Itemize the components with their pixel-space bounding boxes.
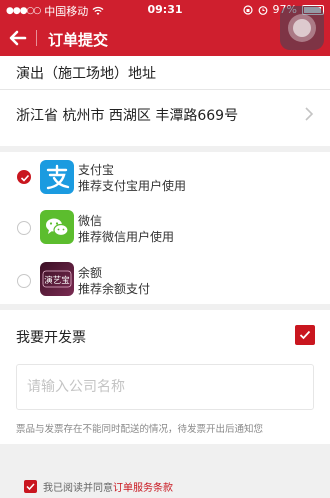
payment-name: 微信	[78, 214, 103, 228]
check-icon	[299, 330, 311, 340]
page-title: 订单提交	[48, 31, 109, 49]
back-arrow-icon[interactable]	[6, 26, 30, 50]
invoice-label: 我要开发票	[16, 330, 86, 346]
payment-option-wechat[interactable]: 微信 推荐微信用户使用	[0, 202, 330, 252]
terms-link[interactable]: 订单服务条款	[113, 483, 173, 494]
agreement-checkbox[interactable]	[24, 480, 37, 493]
invoice-checkbox[interactable]	[295, 325, 315, 345]
chevron-right-icon[interactable]	[303, 106, 315, 122]
check-icon	[26, 483, 35, 491]
payment-name: 支付宝	[78, 163, 115, 177]
check-icon	[20, 174, 30, 182]
balance-icon: 演艺宝	[40, 262, 74, 296]
address-divider	[0, 89, 330, 90]
balance-logo-text: 演艺宝	[44, 275, 70, 286]
agreement-prefix: 我已阅读并同意	[43, 483, 113, 494]
company-name-input[interactable]	[17, 365, 313, 409]
balance-radio[interactable]	[17, 274, 31, 288]
wechat-icon	[40, 210, 74, 244]
payment-name: 余额	[78, 266, 103, 280]
address-title: 演出（施工场地）地址	[16, 66, 156, 82]
wechat-radio[interactable]	[17, 221, 31, 235]
payment-desc: 推荐余额支付	[78, 282, 151, 296]
nav-divider	[36, 30, 37, 46]
company-name-field[interactable]	[16, 364, 314, 410]
alarm-icon	[258, 5, 267, 15]
invoice-note: 票品与发票存在不能同时配送的情况，待发票开出后通知您	[16, 424, 264, 435]
alipay-radio[interactable]	[17, 170, 31, 184]
assistive-touch-center	[293, 19, 311, 37]
payment-desc: 推荐微信用户使用	[78, 230, 175, 244]
agreement-row[interactable]: 我已阅读并同意订单服务条款	[24, 479, 173, 494]
payment-desc: 推荐支付宝用户使用	[78, 179, 187, 193]
agreement-text: 我已阅读并同意订单服务条款	[43, 479, 173, 494]
alipay-icon	[40, 160, 74, 194]
orientation-lock-icon	[242, 4, 253, 15]
assistive-touch-button[interactable]	[280, 6, 324, 50]
address-value[interactable]: 浙江省 杭州市 西湖区 丰潭路669号	[16, 105, 238, 125]
payment-option-alipay[interactable]: 支付宝 推荐支付宝用户使用	[0, 152, 330, 202]
payment-option-balance[interactable]: 演艺宝 余额 推荐余额支付	[0, 255, 330, 305]
